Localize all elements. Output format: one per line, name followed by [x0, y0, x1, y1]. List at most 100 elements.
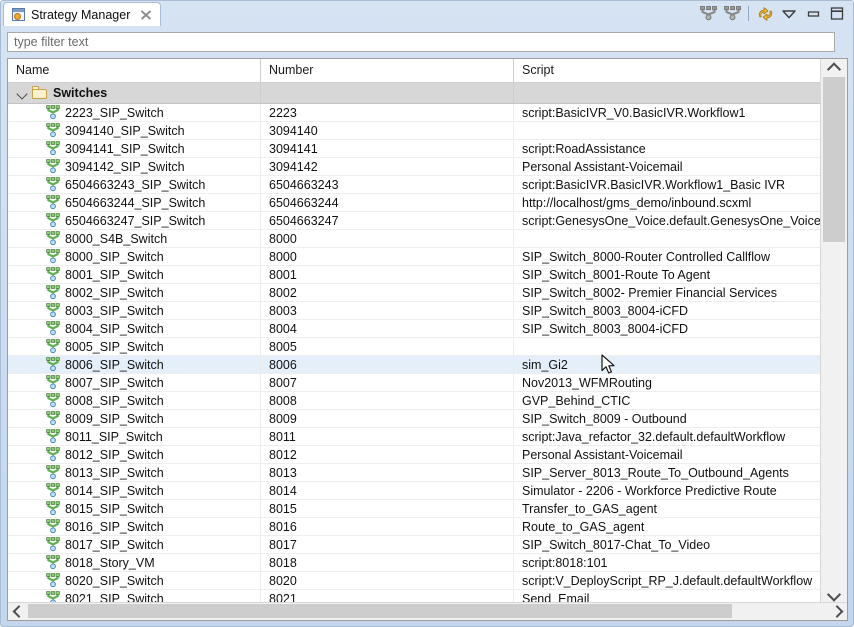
- table-row[interactable]: 3094141_SIP_Switch 3094141 script:RoadAssi…: [8, 140, 821, 158]
- switch-icon: [46, 195, 60, 210]
- table-row[interactable]: 8009_SIP_Switch 8009 SIP_Switch_8009 - Out…: [8, 410, 821, 428]
- tab-strategy-manager[interactable]: Strategy Manager: [3, 2, 162, 26]
- table-row[interactable]: 8011_SIP_Switch 8011 script:Java_refactor_…: [8, 428, 821, 446]
- minimize-icon: [807, 10, 819, 17]
- switch-icon: [46, 375, 60, 390]
- table-row[interactable]: 6504663243_SIP_Switch 6504663243 script:Ba…: [8, 176, 821, 194]
- minimize-button[interactable]: [801, 3, 825, 24]
- switch-icon: [46, 285, 60, 300]
- chevron-down-icon[interactable]: [14, 85, 30, 101]
- filter-input[interactable]: [7, 32, 835, 52]
- table-row[interactable]: 8014_SIP_Switch 8014 Simulator - 2206 - Wo…: [8, 482, 821, 500]
- switch-icon: [46, 267, 60, 282]
- cell-number: 8003: [261, 302, 514, 319]
- table-row[interactable]: 3094140_SIP_Switch 3094140: [8, 122, 821, 140]
- chevron-left-icon: [12, 604, 25, 618]
- table-row[interactable]: 8000_S4B_Switch 8000: [8, 230, 821, 248]
- cell-name: 3094141_SIP_Switch: [8, 140, 261, 157]
- horizontal-scrollbar[interactable]: [8, 602, 847, 620]
- table-row[interactable]: 6504663244_SIP_Switch 6504663244 http://lo…: [8, 194, 821, 212]
- switch-icon: [46, 537, 60, 552]
- cell-script: SIP_Switch_8000-Router Controlled Callfl…: [522, 249, 771, 264]
- scroll-up-button[interactable]: [821, 59, 847, 76]
- table-row[interactable]: 3094142_SIP_Switch 3094142 Personal Assist…: [8, 158, 821, 176]
- cell-name: 8020_SIP_Switch: [8, 572, 261, 589]
- table-row[interactable]: 8000_SIP_Switch 8000 SIP_Switch_8000-Route…: [8, 248, 821, 266]
- cell-number: 6504663244: [261, 194, 514, 211]
- cell-name: 8006_SIP_Switch: [8, 356, 261, 373]
- collapse-all-button[interactable]: [696, 3, 720, 24]
- table-row[interactable]: 8007_SIP_Switch 8007 Nov2013_WFMRouting: [8, 374, 821, 392]
- cell-script: script:Java_refactor_32.default.defaultW…: [522, 429, 786, 444]
- cell-name: 8002_SIP_Switch: [8, 284, 261, 301]
- row-name-label: 8015_SIP_Switch: [65, 501, 164, 516]
- column-header-number[interactable]: Number: [261, 59, 514, 82]
- table-row[interactable]: 8017_SIP_Switch 8017 SIP_Switch_8017-Chat_…: [8, 536, 821, 554]
- cell-number: 8020: [261, 572, 514, 589]
- table-row[interactable]: 8008_SIP_Switch 8008 GVP_Behind_CTIC: [8, 392, 821, 410]
- vertical-scrollbar-thumb[interactable]: [823, 77, 845, 242]
- row-name-label: 8011_SIP_Switch: [65, 429, 163, 444]
- view-form-icon: [12, 7, 26, 22]
- cell-number: 8005: [261, 338, 514, 355]
- table-row[interactable]: 8016_SIP_Switch 8016 Route_to_GAS_agent: [8, 518, 821, 536]
- switch-icon: [46, 429, 60, 444]
- group-number-cell: [261, 83, 514, 103]
- cell-name: 8003_SIP_Switch: [8, 302, 261, 319]
- expand-all-button[interactable]: [720, 3, 744, 24]
- switch-icon: [46, 177, 60, 192]
- cell-script: Simulator - 2206 - Workforce Predictive …: [522, 483, 777, 498]
- switch-icon: [46, 501, 60, 516]
- table-row[interactable]: 2223_SIP_Switch 2223 script:BasicIVR_V0.Ba…: [8, 104, 821, 122]
- cell-script: SIP_Switch_8001-Route To Agent: [522, 267, 711, 282]
- column-header-row: Name Number Script: [8, 59, 847, 83]
- cell-name: 8012_SIP_Switch: [8, 446, 261, 463]
- row-name-label: 8002_SIP_Switch: [65, 285, 164, 300]
- table-row[interactable]: 6504663247_SIP_Switch 6504663247 script:Ge…: [8, 212, 821, 230]
- cell-name: 8001_SIP_Switch: [8, 266, 261, 283]
- cell-number: 3094142: [261, 158, 514, 175]
- cell-number: 8004: [261, 320, 514, 337]
- table-row[interactable]: 8004_SIP_Switch 8004 SIP_Switch_8003_8004-…: [8, 320, 821, 338]
- table-row[interactable]: 8003_SIP_Switch 8003 SIP_Switch_8003_8004-…: [8, 302, 821, 320]
- row-name-label: 8003_SIP_Switch: [65, 303, 164, 318]
- table-row[interactable]: 8006_SIP_Switch 8006 sim_Gi2: [8, 356, 821, 374]
- cell-number: 6504663243: [261, 176, 514, 193]
- switch-icon: [46, 447, 60, 462]
- column-header-script[interactable]: Script: [514, 59, 821, 82]
- scroll-left-button[interactable]: [8, 603, 26, 619]
- table-row[interactable]: 8015_SIP_Switch 8015 Transfer_to_GAS_agent: [8, 500, 821, 518]
- table-row[interactable]: 8005_SIP_Switch 8005: [8, 338, 821, 356]
- view-menu-button[interactable]: [777, 3, 801, 24]
- table-row[interactable]: 8020_SIP_Switch 8020 script:V_DeployScript…: [8, 572, 821, 590]
- table-row[interactable]: 8012_SIP_Switch 8012 Personal Assistant-Vo…: [8, 446, 821, 464]
- switch-icon: [46, 411, 60, 426]
- switch-icon: [46, 393, 60, 408]
- scroll-right-button[interactable]: [829, 603, 847, 619]
- maximize-button[interactable]: [825, 3, 849, 24]
- cell-number: 8014: [261, 482, 514, 499]
- cell-name: 6504663244_SIP_Switch: [8, 194, 261, 211]
- cell-name: 8000_S4B_Switch: [8, 230, 261, 247]
- table-row[interactable]: 8001_SIP_Switch 8001 SIP_Switch_8001-Route…: [8, 266, 821, 284]
- cell-number: 8001: [261, 266, 514, 283]
- row-name-label: 8014_SIP_Switch: [65, 483, 164, 498]
- switch-icon: [46, 231, 60, 246]
- cell-number: 8008: [261, 392, 514, 409]
- horizontal-scrollbar-thumb[interactable]: [28, 604, 732, 618]
- switch-icon: [46, 159, 60, 174]
- table-row[interactable]: 8002_SIP_Switch 8002 SIP_Switch_8002- Prem…: [8, 284, 821, 302]
- table-row[interactable]: 8013_SIP_Switch 8013 SIP_Server_8013_Route…: [8, 464, 821, 482]
- maximize-icon: [830, 7, 844, 20]
- column-header-name[interactable]: Name: [8, 59, 261, 82]
- close-icon[interactable]: [139, 8, 152, 21]
- cell-number: 8013: [261, 464, 514, 481]
- refresh-button[interactable]: [753, 3, 777, 24]
- chevron-up-icon: [826, 61, 842, 76]
- cell-script: http://localhost/gms_demo/inbound.scxml: [522, 195, 752, 210]
- tree-group-row-switches[interactable]: Switches: [8, 83, 821, 104]
- vertical-scrollbar[interactable]: [820, 59, 847, 604]
- cell-number: 8012: [261, 446, 514, 463]
- table-row[interactable]: 8018_Story_VM 8018 script:8018:101: [8, 554, 821, 572]
- switch-icon: [46, 519, 60, 534]
